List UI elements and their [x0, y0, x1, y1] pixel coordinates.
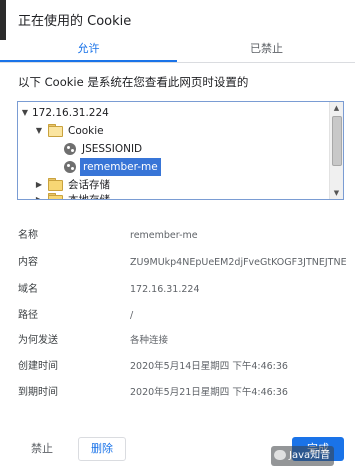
detail-value: 172.16.31.224 — [130, 284, 200, 295]
tab-blocked[interactable]: 已禁止 — [178, 38, 355, 62]
detail-row-path: 路径 / — [18, 306, 348, 326]
tree-item-label: 172.16.31.224 — [32, 107, 109, 119]
folder-open-icon — [48, 124, 63, 137]
cookie-icon — [64, 161, 76, 173]
detail-value: 2020年5月14日星期四 下午4:46:36 — [130, 361, 288, 372]
detail-row-send-for: 为何发送 各种连接 — [18, 331, 348, 351]
detail-value: 各种连接 — [130, 335, 169, 346]
detail-value: / — [130, 310, 134, 321]
detail-row-created: 创建时间 2020年5月14日星期四 下午4:46:36 — [18, 357, 348, 377]
detail-label: 路径 — [18, 310, 38, 321]
tab-allowed[interactable]: 允许 — [0, 38, 177, 62]
tab-bar: 允许 已禁止 — [0, 38, 355, 63]
scroll-up-arrow-icon[interactable]: ▲ — [330, 102, 343, 114]
block-button[interactable]: 禁止 — [16, 437, 68, 461]
detail-label: 到期时间 — [18, 387, 58, 398]
detail-label: 创建时间 — [18, 361, 58, 372]
detail-label: 为何发送 — [18, 335, 58, 346]
detail-row-content: 内容 ZU9MUkp4NEpUeEM2djFveGtKOGF3JTNEJTNE — [18, 253, 348, 273]
detail-row-name: 名称 remember-me — [18, 226, 348, 246]
cookies-description: 以下 Cookie 是系统在您查看此网页时设置的 — [18, 75, 249, 89]
detail-label: 内容 — [18, 257, 38, 268]
detail-value: ZU9MUkp4NEpUeEM2djFveGtKOGF3JTNEJTNE — [130, 257, 347, 268]
detail-row-domain: 域名 172.16.31.224 — [18, 280, 348, 300]
tree-scrollbar[interactable]: ▲ ▼ — [329, 102, 343, 199]
tree-item-label: 本地存储 — [68, 194, 110, 200]
cookie-tree[interactable]: ▼ 172.16.31.224 ▼ Cookie JSESSIONID reme… — [17, 101, 344, 200]
detail-label: 域名 — [18, 284, 38, 295]
expand-arrow-icon[interactable]: ▼ — [20, 104, 30, 122]
tree-item-site[interactable]: ▼ 172.16.31.224 — [20, 104, 330, 122]
cookies-dialog: 正在使用的 Cookie 允许 已禁止 以下 Cookie 是系统在您查看此网页… — [0, 0, 355, 472]
scroll-down-arrow-icon[interactable]: ▼ — [330, 187, 343, 199]
scrollbar-thumb[interactable] — [332, 116, 342, 166]
watermark-text: Java知音 — [289, 450, 331, 461]
tree-item-cookie-selected[interactable]: remember-me — [64, 158, 324, 176]
detail-row-expires: 到期时间 2020年5月21日星期四 下午4:46:36 — [18, 383, 348, 403]
folder-icon — [48, 193, 63, 199]
folder-icon — [48, 178, 63, 191]
detail-value: remember-me — [130, 230, 198, 241]
tree-item-local-storage[interactable]: ▶ 本地存储 — [34, 191, 324, 200]
tree-item-cookie-folder[interactable]: ▼ Cookie — [34, 122, 324, 140]
tree-item-cookie[interactable]: JSESSIONID — [64, 140, 324, 158]
tree-item-label: Cookie — [68, 125, 104, 137]
expand-arrow-icon[interactable]: ▼ — [34, 122, 44, 140]
tree-item-label: remember-me — [80, 158, 161, 176]
dialog-title: 正在使用的 Cookie — [18, 14, 132, 29]
watermark-badge: Java知音 — [271, 446, 335, 466]
wechat-icon — [274, 450, 286, 460]
expand-arrow-icon[interactable]: ▶ — [34, 191, 44, 199]
detail-label: 名称 — [18, 230, 38, 241]
cookie-icon — [64, 143, 76, 155]
tree-item-label: JSESSIONID — [82, 143, 143, 155]
delete-button[interactable]: 删除 — [78, 437, 126, 461]
detail-value: 2020年5月21日星期四 下午4:46:36 — [130, 387, 288, 398]
